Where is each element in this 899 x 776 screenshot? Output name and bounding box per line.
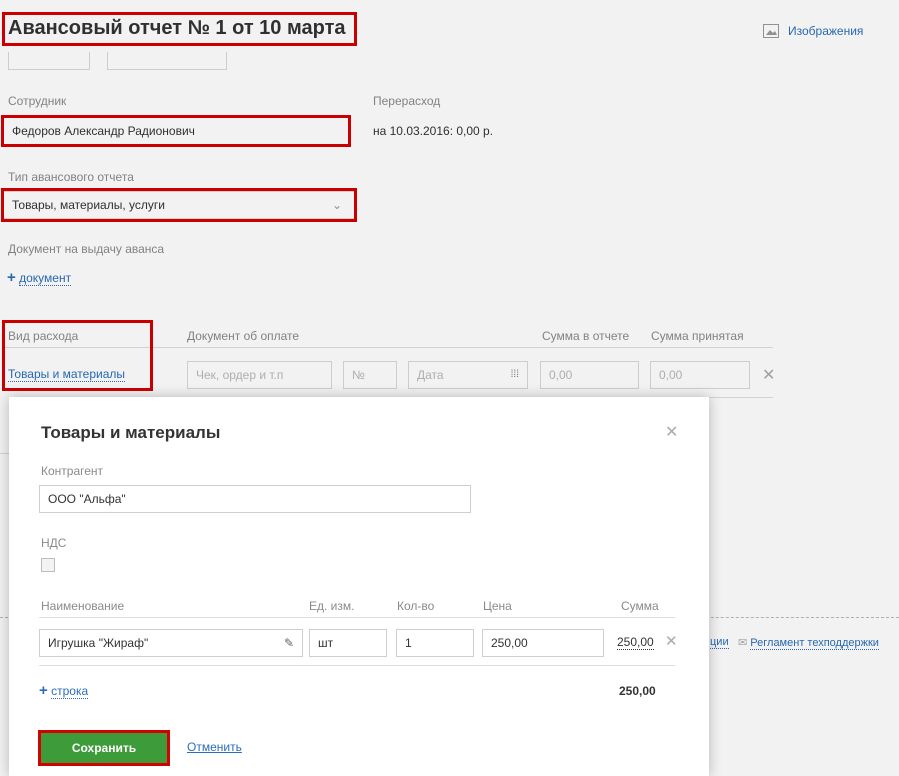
close-icon[interactable]: ✕ (665, 422, 678, 442)
dialog-row-divider (39, 665, 675, 666)
total-sum: 250,00 (619, 684, 656, 698)
counterparty-label: Контрагент (41, 464, 104, 478)
item-sum: 250,00 (617, 635, 654, 650)
goods-materials-dialog: Товары и материалы ✕ Контрагент ООО "Аль… (9, 397, 709, 776)
vat-label: НДС (41, 536, 67, 550)
vat-checkbox[interactable] (41, 558, 55, 572)
dialog-title: Товары и материалы (41, 423, 221, 442)
item-name-value: Игрушка "Жираф" (48, 636, 149, 650)
item-qty-field[interactable]: 1 (396, 629, 474, 657)
counterparty-field[interactable]: ООО "Альфа" (39, 485, 471, 513)
col-sum: Сумма (621, 599, 659, 613)
remove-item-icon[interactable]: ✕ (665, 632, 678, 650)
item-unit-field[interactable]: шт (309, 629, 387, 657)
col-qty: Кол-во (397, 599, 435, 613)
col-price: Цена (483, 599, 512, 613)
dialog-table-divider (39, 617, 675, 618)
item-name-field[interactable]: Игрушка "Жираф" ✎ (39, 629, 303, 657)
plus-icon: + (39, 682, 48, 699)
save-highlight (38, 730, 170, 766)
item-price-field[interactable]: 250,00 (482, 629, 604, 657)
cancel-link[interactable]: Отменить (187, 740, 242, 754)
col-name: Наименование (41, 599, 125, 613)
add-row-link[interactable]: + строка (39, 682, 89, 699)
pencil-icon[interactable]: ✎ (284, 630, 294, 656)
col-unit: Ед. изм. (309, 599, 355, 613)
